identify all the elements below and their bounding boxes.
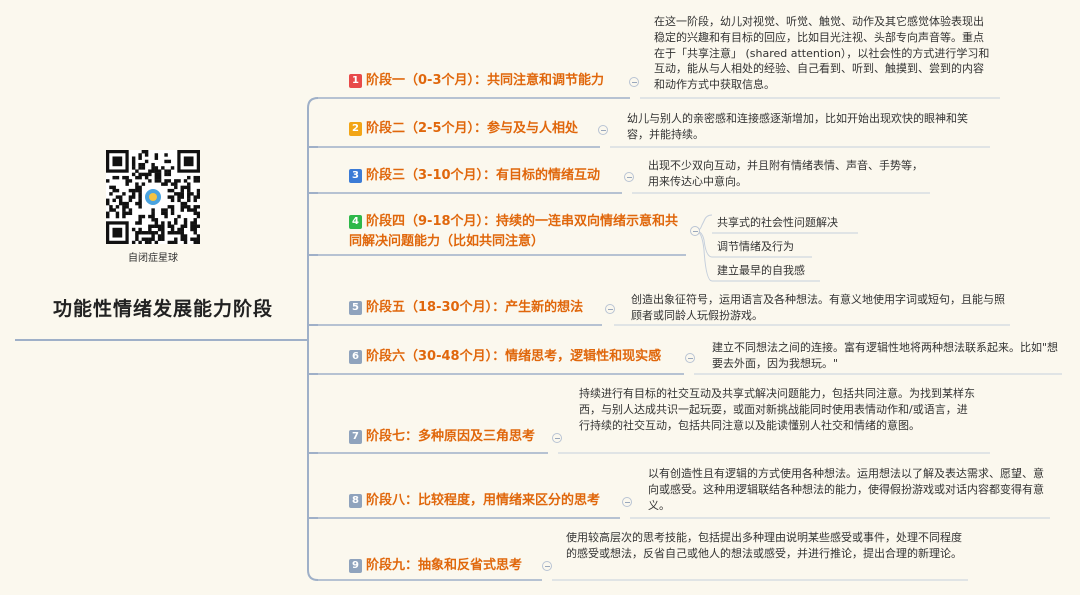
stage-2-badge: 2 bbox=[349, 122, 362, 136]
stage-1[interactable]: 1 阶段一（0-3个月）：共同注意和调节能力 bbox=[349, 71, 604, 91]
stage-5-title: 阶段五（18-30个月）：产生新的想法 bbox=[366, 300, 584, 315]
collapse-icon[interactable] bbox=[624, 172, 634, 182]
stage-6[interactable]: 6 阶段六（30-48个月）：情绪思考，逻辑性和现实感 bbox=[349, 347, 661, 367]
stage-1-desc: 在这一阶段，幼儿对视觉、听觉、触觉、动作及其它感觉体验表现出稳定的兴趣和有目标的… bbox=[654, 15, 990, 92]
stage-6-badge: 6 bbox=[349, 350, 362, 364]
stage-4-leaf: 建立最早的自我感 bbox=[717, 264, 805, 277]
stage-8-badge: 8 bbox=[349, 494, 362, 508]
root-title: 功能性情绪发展能力阶段 bbox=[52, 298, 273, 320]
stage-6-title: 阶段六（30-48个月）：情绪思考，逻辑性和现实感 bbox=[366, 349, 662, 364]
stage-3[interactable]: 3 阶段三（3-10个月）：有目标的情绪互动 bbox=[349, 166, 600, 186]
collapse-icon[interactable] bbox=[542, 561, 552, 571]
stage-7[interactable]: 7 阶段七：多种原因及三角思考 bbox=[349, 427, 535, 447]
stage-8-desc: 以有创造性且有逻辑的方式使用各种想法。运用想法以了解及表达需求、愿望、意向或感受… bbox=[648, 467, 1044, 512]
stage-2[interactable]: 2 阶段二（2-5个月）：参与及与人相处 bbox=[349, 119, 578, 139]
stage-8[interactable]: 8 阶段八：比较程度，用情绪来区分的思考 bbox=[349, 491, 600, 511]
collapse-icon[interactable] bbox=[690, 226, 700, 236]
stage-9-desc: 使用较高层次的思考技能，包括提出多种理由说明某些感受或事件，处理不同程度的感受或… bbox=[566, 531, 962, 560]
stage-5-badge: 5 bbox=[349, 301, 362, 315]
stage-4[interactable]: 4 阶段四（9-18个月）：持续的一连串双向情绪示意和共同解决问题能力（比如共同注… bbox=[349, 212, 679, 252]
collapse-icon[interactable] bbox=[552, 433, 562, 443]
collapse-icon[interactable] bbox=[598, 125, 608, 135]
stage-6-desc: 建立不同想法之间的连接。富有逻辑性地将两种想法联系起来。比如"想要去外面，因为我… bbox=[712, 341, 1059, 370]
stage-4-leaf: 调节情绪及行为 bbox=[717, 240, 794, 253]
stage-1-title: 阶段一（0-3个月）：共同注意和调节能力 bbox=[366, 73, 604, 88]
stage-9[interactable]: 9 阶段九：抽象和反省式思考 bbox=[349, 556, 522, 576]
stage-3-badge: 3 bbox=[349, 169, 362, 183]
collapse-icon[interactable] bbox=[622, 497, 632, 507]
stage-4-badge: 4 bbox=[349, 215, 362, 229]
stage-7-title: 阶段七：多种原因及三角思考 bbox=[366, 429, 536, 444]
stage-7-desc: 持续进行有目标的社交互动及共享式解决问题能力，包括共同注意。为找到某样东西，与别… bbox=[579, 387, 975, 432]
stage-9-title: 阶段九：抽象和反省式思考 bbox=[366, 558, 523, 573]
stage-9-badge: 9 bbox=[349, 559, 362, 573]
collapse-icon[interactable] bbox=[605, 304, 615, 314]
collapse-icon[interactable] bbox=[685, 353, 695, 363]
stage-5[interactable]: 5 阶段五（18-30个月）：产生新的想法 bbox=[349, 298, 583, 318]
stage-5-desc: 创造出象征符号，运用语言及各种想法。有意义地使用字词或短句，且能与照顾者或同龄人… bbox=[631, 293, 1005, 322]
stage-4-title: 阶段四（9-18个月）：持续的一连串双向情绪示意和共同解决问题能力（比如共同注意… bbox=[349, 214, 679, 249]
stage-1-badge: 1 bbox=[349, 74, 362, 88]
stage-2-title: 阶段二（2-5个月）：参与及与人相处 bbox=[366, 121, 578, 136]
stage-7-badge: 7 bbox=[349, 430, 362, 444]
stage-2-desc: 幼儿与别人的亲密感和连接感逐渐增加，比如开始出现欢快的眼神和笑容，并能持续。 bbox=[627, 112, 968, 141]
stage-8-title: 阶段八：比较程度，用情绪来区分的思考 bbox=[366, 493, 601, 508]
qr-code bbox=[106, 150, 201, 245]
stage-4-leaf: 共享式的社会性问题解决 bbox=[717, 216, 838, 229]
collapse-icon[interactable] bbox=[629, 77, 639, 87]
qr-label: 自闭症星球 bbox=[128, 253, 178, 264]
qr-code-pattern bbox=[106, 150, 201, 245]
stage-3-desc: 出现不少双向互动，并且附有情绪表情、声音、手势等，用来传达心中意向。 bbox=[648, 159, 923, 188]
stage-3-title: 阶段三（3-10个月）：有目标的情绪互动 bbox=[366, 168, 601, 183]
